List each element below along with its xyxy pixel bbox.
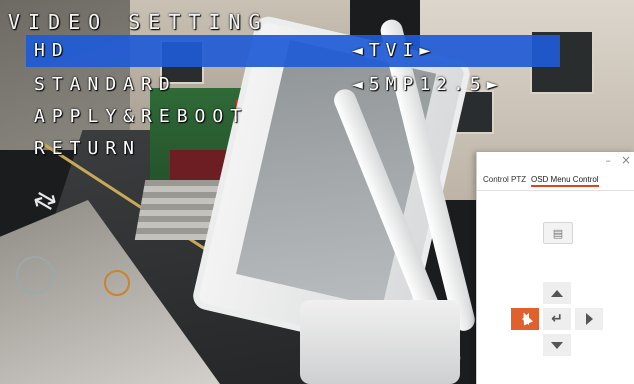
minimize-icon[interactable]: – [606, 154, 612, 167]
osd-up-button[interactable] [543, 282, 571, 304]
arrow-up-icon [551, 289, 563, 297]
menu-icon: ▤ [552, 226, 564, 240]
osd-enter-button[interactable]: ↵ [543, 308, 571, 330]
panel-tabs: Control PTZ OSD Menu Control [477, 174, 634, 191]
osd-item-hd[interactable]: HD [34, 40, 70, 61]
arrow-right-icon [585, 313, 593, 325]
osd-selection-highlight [26, 35, 560, 67]
osd-menu-button[interactable]: ▤ [543, 222, 573, 244]
panel-titlebar: – × [477, 152, 634, 172]
tab-control-ptz[interactable]: Control PTZ [483, 175, 526, 184]
osd-item-return[interactable]: RETURN [34, 138, 141, 159]
osd-right-button[interactable] [575, 308, 603, 330]
osd-down-button[interactable] [543, 334, 571, 356]
osd-control-panel: – × Control PTZ OSD Menu Control ▤ ↵ [476, 152, 634, 384]
osd-item-apply-reboot[interactable]: APPLY&REBOOT [34, 106, 248, 127]
close-icon[interactable]: × [621, 153, 631, 167]
osd-title: VIDEO SETTING [8, 10, 269, 34]
enter-icon: ↵ [551, 311, 563, 327]
camera-view: ⇄ VIDEO SETTING HD ◄TVI► STANDARD ◄5MP12… [0, 0, 634, 384]
osd-item-standard-value[interactable]: ◄5MP12.5► [352, 74, 504, 95]
tab-osd-menu-control[interactable]: OSD Menu Control [531, 175, 599, 187]
arrow-down-icon [551, 341, 563, 349]
osd-item-standard[interactable]: STANDARD [34, 74, 177, 95]
osd-item-hd-value[interactable]: ◄TVI► [352, 40, 436, 61]
